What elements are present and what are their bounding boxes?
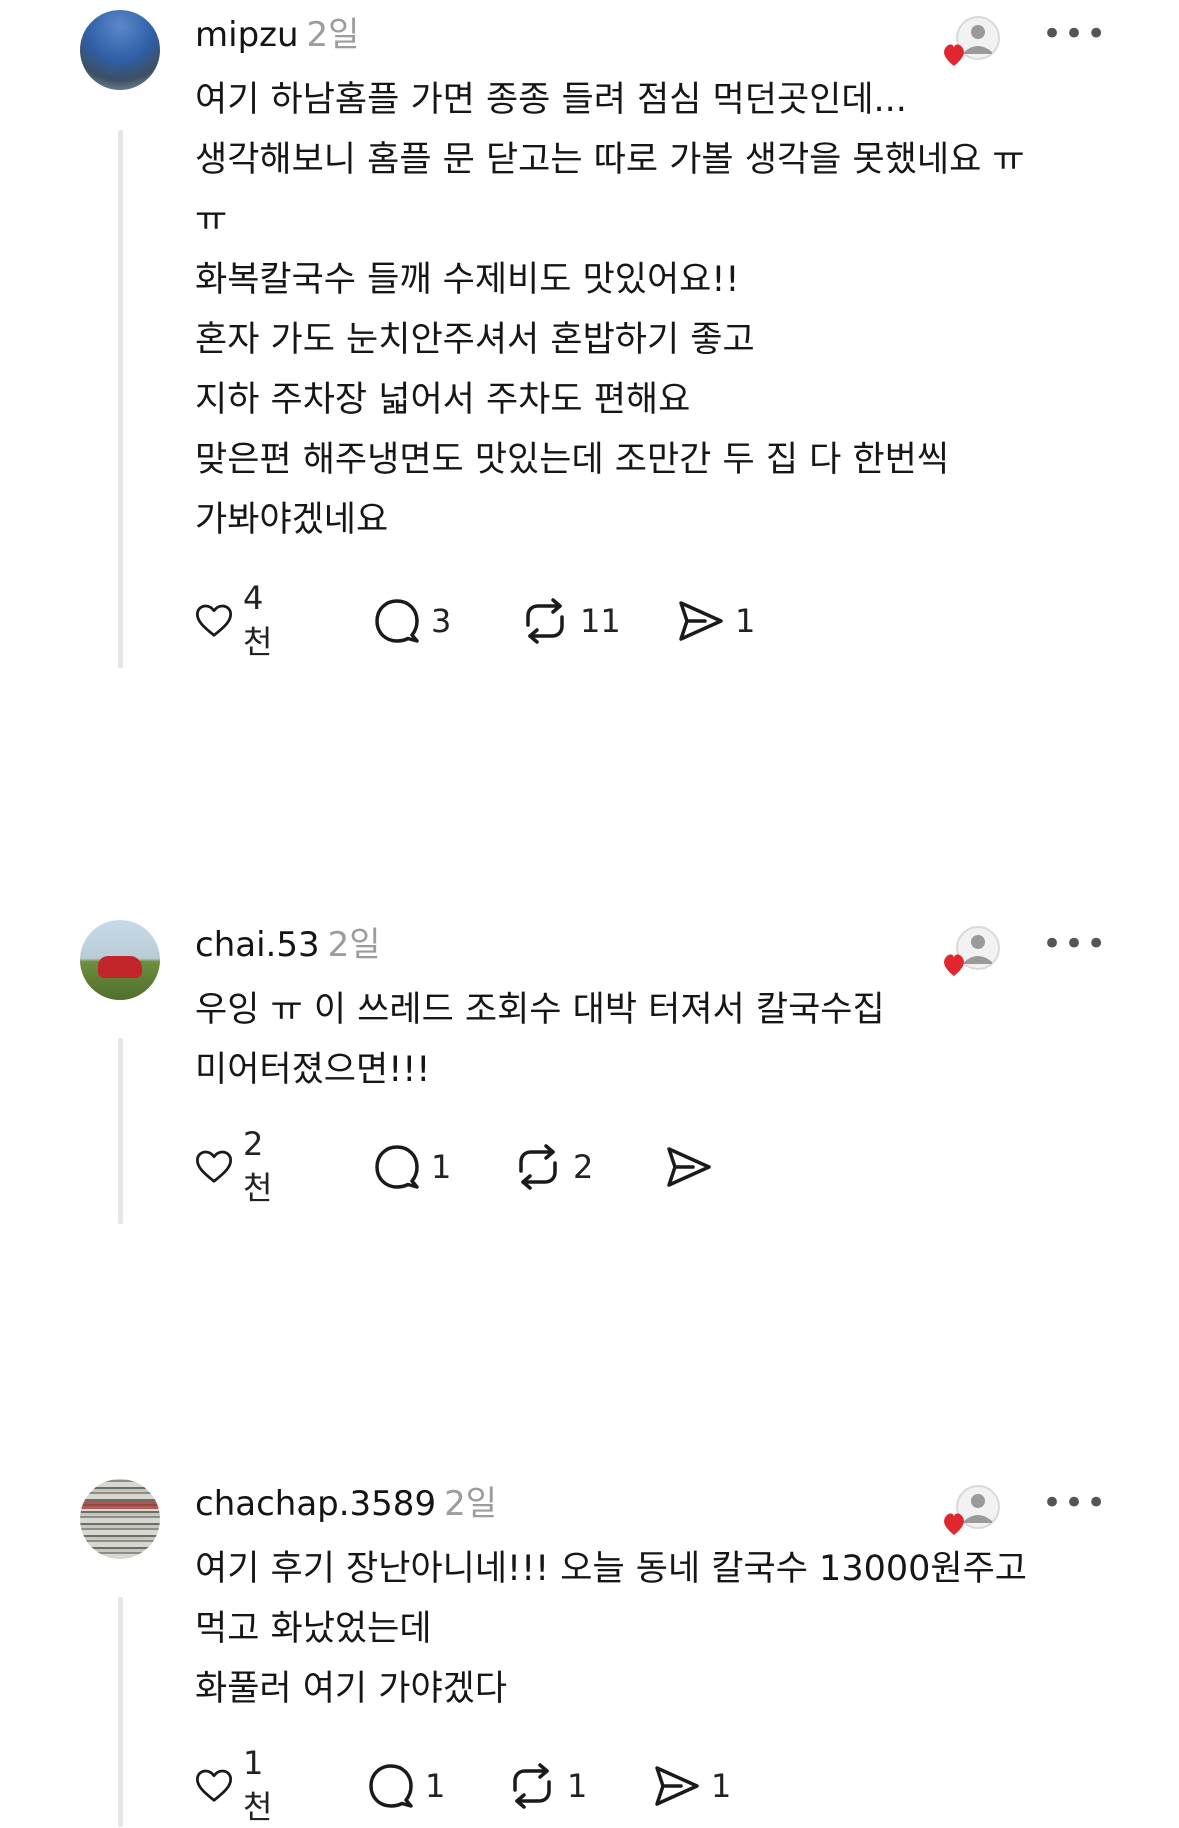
- send-icon: [667, 1147, 711, 1187]
- timestamp: 2일: [444, 1484, 497, 1524]
- liked-by-author-icon: [944, 16, 1000, 66]
- share-button[interactable]: [665, 1142, 723, 1192]
- share-button[interactable]: 1: [677, 596, 755, 646]
- reply-icon: [369, 1764, 413, 1808]
- avatar[interactable]: [80, 1479, 160, 1559]
- username[interactable]: mipzu: [195, 15, 299, 55]
- send-icon: [655, 1766, 699, 1806]
- share-count: 1: [711, 1767, 732, 1805]
- comment-line: 우잉 ㅠ 이 쓰레드 조회수 대박 터져서 칼국수집: [195, 990, 885, 1030]
- reply-button[interactable]: 1: [367, 1761, 445, 1811]
- comment-body: 여기 후기 장난아니네!!! 오늘 동네 칼국수 13000원주고 먹고 화났었…: [195, 1539, 1095, 1719]
- like-count: 2천: [243, 1125, 273, 1207]
- heart-icon: [195, 604, 233, 637]
- avatar[interactable]: [80, 920, 160, 1000]
- comment-header: mipzu 2일: [195, 12, 359, 58]
- heart-icon: [195, 1150, 233, 1183]
- reply-icon: [375, 1145, 419, 1189]
- reply-count: 1: [431, 1148, 452, 1186]
- repost-count: 2: [573, 1148, 594, 1186]
- reply-count: 1: [425, 1767, 446, 1805]
- comment-line: 가봐야겠네요: [195, 500, 389, 540]
- comment-body: 우잉 ㅠ 이 쓰레드 조회수 대박 터져서 칼국수집 미어터졌으면!!!: [195, 980, 1095, 1100]
- repost-count: 11: [580, 602, 621, 640]
- repost-icon: [519, 1144, 557, 1190]
- comment-line: ㅠ: [195, 200, 228, 240]
- share-count: 1: [735, 602, 756, 640]
- reply-count: 3: [431, 602, 452, 640]
- share-button[interactable]: 1: [653, 1761, 731, 1811]
- comment-line: 혼자 가도 눈치안주셔서 혼밥하기 좋고: [195, 320, 755, 360]
- like-button[interactable]: 4천: [195, 579, 282, 661]
- thread-line: [118, 1597, 123, 1827]
- timestamp: 2일: [327, 925, 381, 965]
- like-button[interactable]: 1천: [195, 1744, 282, 1826]
- repost-button[interactable]: 2: [513, 1142, 593, 1192]
- comment-header: chachap.3589 2일: [195, 1481, 497, 1527]
- like-count: 4천: [243, 579, 273, 661]
- more-options-icon[interactable]: •••: [1042, 1486, 1108, 1520]
- comment-header: chai.53 2일: [195, 922, 381, 968]
- more-options-icon[interactable]: •••: [1042, 927, 1108, 961]
- comment-line: 먹고 화났었는데: [195, 1609, 432, 1649]
- repost-icon: [526, 598, 564, 644]
- repost-button[interactable]: 11: [520, 596, 621, 646]
- avatar[interactable]: [80, 10, 160, 90]
- like-button[interactable]: 2천: [195, 1125, 282, 1207]
- comment-line: 지하 주차장 넓어서 주차도 편해요: [195, 380, 691, 420]
- comment-line: 화풀러 여기 가야겠다: [195, 1669, 508, 1709]
- comment-line: 화복칼국수 들깨 수제비도 맛있어요!!: [195, 260, 740, 300]
- more-options-icon[interactable]: •••: [1042, 17, 1108, 51]
- liked-by-author-icon: [944, 926, 1000, 976]
- reply-icon: [375, 599, 419, 643]
- username[interactable]: chachap.3589: [195, 1484, 436, 1524]
- repost-icon: [513, 1763, 551, 1809]
- reply-button[interactable]: 3: [373, 596, 451, 646]
- thread-line: [118, 130, 123, 668]
- comment-line: 미어터졌으면!!!: [195, 1050, 431, 1090]
- reply-button[interactable]: 1: [373, 1142, 451, 1192]
- send-icon: [679, 601, 723, 641]
- heart-icon: [195, 1769, 233, 1802]
- comment-body: 여기 하남홈플 가면 종종 들려 점심 먹던곳인데... 생각해보니 홈플 문 …: [195, 70, 1095, 550]
- comment-line: 맞은편 해주냉면도 맛있는데 조만간 두 집 다 한번씩: [195, 440, 950, 480]
- repost-count: 1: [567, 1767, 588, 1805]
- liked-by-author-icon: [944, 1485, 1000, 1535]
- comment-line: 여기 하남홈플 가면 종종 들려 점심 먹던곳인데...: [195, 80, 907, 120]
- thread-line: [118, 1038, 123, 1224]
- like-count: 1천: [243, 1744, 273, 1826]
- comment-line: 생각해보니 홈플 문 닫고는 따로 가볼 생각을 못했네요 ㅠ: [195, 140, 1025, 180]
- comment-line: 여기 후기 장난아니네!!! 오늘 동네 칼국수 13000원주고: [195, 1549, 1027, 1589]
- username[interactable]: chai.53: [195, 925, 320, 965]
- repost-button[interactable]: 1: [507, 1761, 587, 1811]
- timestamp: 2일: [306, 15, 360, 55]
